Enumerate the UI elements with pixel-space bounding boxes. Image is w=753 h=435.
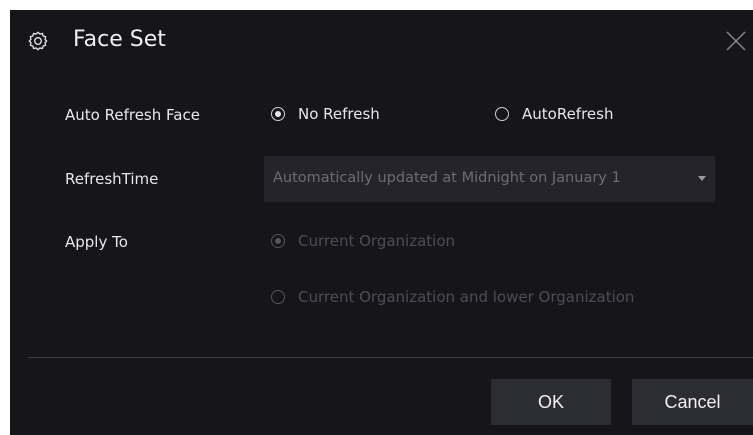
refresh-time-select[interactable]: Automatically updated at Midnight on Jan… [264, 156, 715, 202]
footer-divider [28, 357, 753, 358]
radio-current-and-lower-organization[interactable]: Current Organization and lower Organizat… [271, 288, 634, 306]
radio-no-refresh-label: No Refresh [298, 105, 380, 123]
refresh-time-label: RefreshTime [65, 170, 159, 188]
radio-current-organization[interactable]: Current Organization [271, 232, 455, 250]
radio-current-organization-label: Current Organization [298, 232, 456, 250]
radio-checked-icon [271, 107, 285, 121]
radio-unchecked-icon [271, 290, 285, 304]
caret-down-icon [698, 176, 706, 181]
face-set-dialog: Face Set Auto Refresh Face No Refresh Au… [10, 10, 753, 435]
radio-current-and-lower-organization-label: Current Organization and lower Organizat… [298, 288, 635, 306]
refresh-time-value: Automatically updated at Midnight on Jan… [273, 170, 621, 186]
dialog-title: Face Set [73, 27, 166, 52]
dialog-title-bar: Face Set [10, 10, 753, 76]
cancel-button[interactable]: Cancel [632, 379, 753, 425]
close-icon[interactable] [724, 29, 748, 53]
ok-button[interactable]: OK [491, 379, 611, 425]
apply-to-label: Apply To [65, 233, 128, 251]
radio-no-refresh[interactable]: No Refresh [271, 105, 380, 123]
radio-unchecked-icon [495, 107, 509, 121]
gear-icon [28, 31, 48, 51]
radio-checked-icon [271, 234, 285, 248]
radio-auto-refresh-label: AutoRefresh [522, 105, 614, 123]
radio-auto-refresh[interactable]: AutoRefresh [495, 105, 613, 123]
auto-refresh-face-label: Auto Refresh Face [65, 106, 200, 124]
